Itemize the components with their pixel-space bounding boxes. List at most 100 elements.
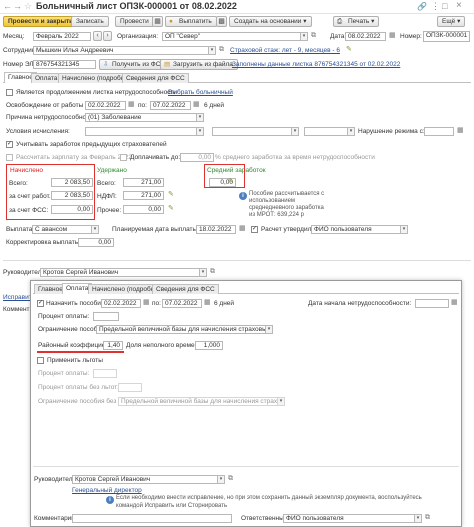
month-input[interactable]: Февраль 2022 xyxy=(33,32,91,41)
limit-dropdown-icon[interactable]: ▾ xyxy=(266,325,273,334)
org-dropdown-icon[interactable]: ▾ xyxy=(301,32,308,41)
employee-dropdown-icon[interactable]: ▾ xyxy=(209,46,216,55)
maximize-icon[interactable]: □ xyxy=(442,1,447,11)
post-button[interactable]: Провести xyxy=(115,16,154,27)
org-input[interactable]: ОП "Север" xyxy=(162,32,301,41)
assign-to-input[interactable]: 07.02.2022 xyxy=(162,299,202,308)
calc-earnings-checkbox[interactable] xyxy=(6,154,13,161)
more-button[interactable]: Ещё ▾ xyxy=(437,16,466,27)
conditions-select-1[interactable] xyxy=(85,127,197,136)
responsible-dropdown-icon[interactable]: ▾ xyxy=(415,514,422,523)
payout-dropdown-icon[interactable]: ▾ xyxy=(92,225,99,234)
position-link[interactable]: Генеральный директор xyxy=(72,486,142,495)
footer-info-text: Если необходимо внести исправление, но п… xyxy=(116,495,422,509)
limit-base-dropdown-icon[interactable]: ▾ xyxy=(278,397,285,406)
post-and-close-button[interactable]: Провести и закрыть xyxy=(3,16,79,27)
limit-base-select[interactable]: Предельной величиной базы для начисления… xyxy=(118,397,278,406)
reason-select[interactable]: (01) Заболевание xyxy=(85,113,197,122)
back-manager-dropdown-icon[interactable]: ▾ xyxy=(200,268,207,277)
comment-input[interactable] xyxy=(72,514,232,523)
number-label: Номер: xyxy=(400,33,422,40)
violation-select[interactable] xyxy=(304,127,348,136)
conditions-select-2[interactable] xyxy=(212,127,292,136)
add-to-checkbox[interactable] xyxy=(120,154,127,161)
approve-dropdown-icon[interactable]: ▾ xyxy=(401,225,408,234)
accrued-highlight xyxy=(6,164,95,220)
release-from-input[interactable]: 02.02.2022 xyxy=(85,101,126,110)
part-time-input[interactable]: 1,000 xyxy=(195,341,223,350)
manager-input[interactable]: Кротов Сергей Иванович xyxy=(72,475,218,484)
benefits-checkbox[interactable] xyxy=(37,357,44,364)
assign-to-calendar-icon[interactable]: ▦ xyxy=(204,298,211,306)
month-prev-icon[interactable]: ‹ xyxy=(93,31,102,41)
favorite-star-icon[interactable]: ☆ xyxy=(24,1,32,12)
responsible-input[interactable]: ФИО пользователя xyxy=(283,514,415,523)
menu-dots-icon[interactable]: ⋮ xyxy=(431,1,440,12)
continuation-label: Является продолжением листка нетрудоспос… xyxy=(16,89,178,96)
release-to-input[interactable]: 07.02.2022 xyxy=(150,101,191,110)
assign-from-calendar-icon[interactable]: ▦ xyxy=(143,298,150,306)
employee-open-icon[interactable]: ⧉ xyxy=(217,45,226,55)
violation-dropdown-icon[interactable]: ▾ xyxy=(348,127,355,136)
date-input[interactable]: 08.02.2022 xyxy=(345,32,386,41)
choose-sick-leave-link[interactable]: Выбрать больничный xyxy=(168,88,233,97)
approve-select[interactable]: ФИО пользователя xyxy=(311,225,401,234)
eln-input[interactable]: 876754321345 xyxy=(33,60,96,69)
release-from-calendar-icon[interactable]: ▦ xyxy=(128,100,135,108)
employee-input[interactable]: Мышкин Илья Андреевич xyxy=(33,46,209,55)
tab2-fss-info[interactable]: Сведения для ФСС xyxy=(152,284,219,294)
create-based-button[interactable]: Создать на основании ▾ xyxy=(229,16,312,27)
number-input[interactable]: ОПЗК-000001 xyxy=(423,31,470,42)
percent2-input[interactable] xyxy=(93,369,117,378)
planned-date-input[interactable]: 18.02.2022 xyxy=(196,225,236,234)
back-arrow-icon[interactable]: ← xyxy=(3,1,12,11)
conditions-dropdown-2-icon[interactable]: ▾ xyxy=(292,127,299,136)
org-open-icon[interactable]: ⧉ xyxy=(309,31,318,41)
violation-date-input[interactable] xyxy=(424,127,454,136)
calendar-icon[interactable]: ▦ xyxy=(389,31,396,39)
assign-benefit-checkbox[interactable]: ✓ xyxy=(37,300,44,307)
eln-data-link[interactable]: Заполнены данные листка 876754321345 от … xyxy=(232,60,400,69)
insurance-experience-link[interactable]: Страховой стаж: лет - 9, месяцев - 6 xyxy=(230,46,340,55)
planned-calendar-icon[interactable]: ▦ xyxy=(239,224,246,232)
approve-checkbox[interactable]: ✓ xyxy=(251,226,258,233)
percent-input[interactable] xyxy=(93,312,119,321)
start-date-calendar-icon[interactable]: ▦ xyxy=(451,298,458,306)
structure-icon[interactable]: ▩ xyxy=(216,16,227,27)
payout-select[interactable]: С авансом xyxy=(32,225,92,234)
load-from-file-button[interactable]: ▤ Загрузить из файла xyxy=(160,59,238,70)
ndfl-edit-icon[interactable]: ✎ xyxy=(168,190,174,198)
responsible-open-icon[interactable]: ⧉ xyxy=(423,513,432,523)
limit-select[interactable]: Предельной величиной базы для начисления… xyxy=(96,325,266,334)
edit-pencil-icon[interactable]: ✎ xyxy=(346,45,352,53)
manager-dropdown-icon[interactable]: ▾ xyxy=(218,475,225,484)
correction-input[interactable]: 0,00 xyxy=(78,238,114,247)
month-next-icon[interactable]: › xyxy=(103,31,112,41)
violation-calendar-icon[interactable]: ▦ xyxy=(457,126,464,134)
back-manager-input[interactable]: Кротов Сергей Иванович xyxy=(40,268,200,277)
regional-coef-input[interactable]: 1,40 xyxy=(103,341,123,350)
other-edit-icon[interactable]: ✎ xyxy=(168,204,174,212)
conditions-dropdown-1-icon[interactable]: ▾ xyxy=(197,127,204,136)
assign-from-input[interactable]: 02.02.2022 xyxy=(101,299,141,308)
print-button[interactable]: ⎙ Печать ▾ xyxy=(333,16,380,27)
link-icon[interactable]: 🔗 xyxy=(417,2,427,11)
forward-arrow-icon[interactable]: → xyxy=(13,1,22,11)
save-button[interactable]: Записать xyxy=(71,16,109,27)
earnings-prev-checkbox[interactable]: ✓ xyxy=(6,141,13,148)
percent-base-input[interactable] xyxy=(118,383,142,392)
close-icon[interactable]: × xyxy=(456,0,462,11)
manager-open-icon[interactable]: ⧉ xyxy=(226,474,235,484)
continuation-checkbox[interactable] xyxy=(6,89,13,96)
tab-payment[interactable]: Оплата xyxy=(31,73,62,83)
release-to-calendar-icon[interactable]: ▦ xyxy=(193,100,200,108)
back-manager-open-icon[interactable]: ⧉ xyxy=(208,267,217,277)
reason-dropdown-icon[interactable]: ▾ xyxy=(197,113,204,122)
date-label: Дата: xyxy=(330,33,347,40)
report-icon[interactable]: ▦ xyxy=(152,16,163,27)
add-to-input[interactable]: 0,00 xyxy=(180,153,214,162)
pay-button[interactable]: ● Выплатить xyxy=(165,16,217,27)
avg-percent-label: % среднего заработка за время нетрудоспо… xyxy=(215,154,375,161)
tab-fss-info[interactable]: Сведения для ФСС xyxy=(122,73,189,83)
start-date-input[interactable] xyxy=(415,299,449,308)
